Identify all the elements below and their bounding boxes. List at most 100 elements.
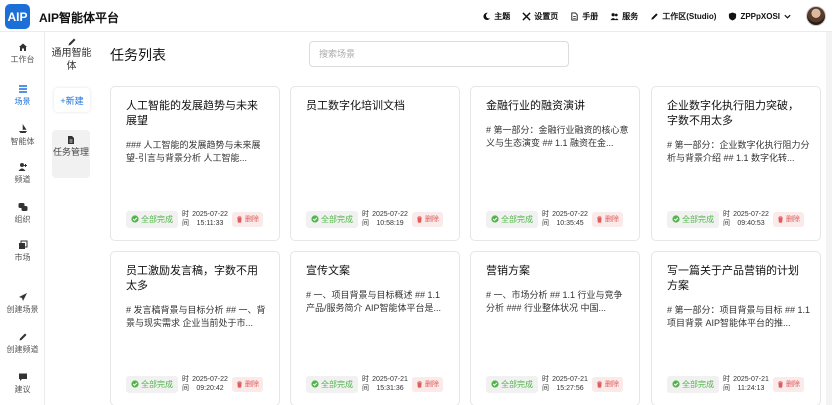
- nav-user-menu[interactable]: ZPPpXOSI: [728, 12, 792, 21]
- task-title[interactable]: 金融行业的融资演讲: [486, 99, 626, 114]
- pen-icon: [68, 38, 75, 46]
- delete-button[interactable]: 删除: [773, 376, 804, 392]
- time-label: 时间: [542, 211, 549, 227]
- check-circle-icon: [311, 380, 319, 388]
- nav-studio[interactable]: 工作区(Studio): [650, 11, 716, 22]
- new-task-button[interactable]: +新建: [54, 88, 90, 112]
- top-header: AIP AIP智能体平台 主题 设置页 手册 服务 工作区(Studio) ZP…: [0, 0, 832, 32]
- trash-icon: [237, 215, 242, 223]
- status-text: 全部完成: [682, 214, 714, 224]
- status-badge: 全部完成: [667, 210, 719, 228]
- status-text: 全部完成: [501, 379, 533, 389]
- status-text: 全部完成: [141, 214, 173, 224]
- task-title[interactable]: 员工数字化培训文档: [306, 99, 446, 114]
- task-management-tab[interactable]: 任务管理: [52, 130, 90, 178]
- pen-icon: [19, 333, 26, 341]
- sidebar-item-market[interactable]: 市场: [0, 240, 45, 263]
- status-badge: 全部完成: [306, 375, 358, 393]
- page-title: 任务列表: [110, 47, 166, 63]
- page-scrollbar[interactable]: [826, 32, 832, 405]
- time-label: 时间: [362, 376, 369, 392]
- task-time: 2025-07-21 15:27:56: [552, 376, 588, 392]
- nav-manual[interactable]: 手册: [570, 11, 598, 22]
- sidebar-item-agent[interactable]: 智能体: [0, 124, 45, 147]
- status-badge: 全部完成: [486, 210, 538, 228]
- home-icon: [18, 43, 27, 51]
- time-label: 时间: [362, 211, 369, 227]
- pen-icon: [651, 12, 658, 20]
- document-icon: [68, 136, 74, 144]
- task-title[interactable]: 宣传文案: [306, 264, 446, 279]
- task-title[interactable]: 营销方案: [486, 264, 626, 279]
- sidebar-item-workbench[interactable]: 工作台: [0, 42, 45, 65]
- trash-icon: [597, 215, 602, 223]
- time-label: 时间: [182, 376, 189, 392]
- sidebar-item-create-channel[interactable]: 创建频道: [0, 332, 45, 355]
- task-time: 2025-07-22 15:11:33: [192, 211, 228, 227]
- delete-label: 删除: [245, 381, 259, 388]
- check-circle-icon: [131, 380, 139, 388]
- task-card[interactable]: 人工智能的发展趋势与未来展望 ### 人工智能的发展趋势与未来展望-引言与背景分…: [110, 86, 280, 241]
- nav-settings[interactable]: 设置页: [522, 11, 558, 22]
- user-icon: [18, 163, 27, 171]
- trash-icon: [417, 215, 422, 223]
- time-label: 时间: [182, 211, 189, 227]
- check-circle-icon: [672, 380, 680, 388]
- task-time: 2025-07-21 15:31:36: [372, 376, 408, 392]
- status-text: 全部完成: [682, 379, 714, 389]
- sidebar-item-channel[interactable]: 频道: [0, 162, 45, 185]
- nav-theme[interactable]: 主题: [482, 11, 510, 22]
- delete-button[interactable]: 删除: [773, 211, 804, 227]
- top-nav: 主题 设置页 手册 服务 工作区(Studio) ZPPpXOSI: [482, 0, 792, 32]
- sidebar-item-suggestion[interactable]: 建议: [0, 372, 45, 395]
- task-title[interactable]: 写一篇关于产品营销的计划方案: [667, 264, 807, 294]
- task-footer: 全部完成 时间 2025-07-21 15:31:36 删除: [306, 375, 443, 393]
- status-badge: 全部完成: [306, 210, 358, 228]
- sidebar-item-scene[interactable]: 场景: [0, 84, 45, 107]
- status-text: 全部完成: [501, 214, 533, 224]
- ship-icon: [18, 124, 27, 133]
- task-footer: 全部完成 时间 2025-07-21 11:24:13 删除: [667, 375, 804, 393]
- app-logo[interactable]: AIP: [5, 4, 30, 29]
- sidebar-item-org[interactable]: 组织: [0, 202, 45, 225]
- time-label: 时间: [723, 211, 730, 227]
- task-card[interactable]: 员工数字化培训文档 全部完成 时间 2025-07-22 10:58:19 删除: [290, 86, 460, 241]
- trash-icon: [778, 215, 783, 223]
- delete-button[interactable]: 删除: [412, 211, 443, 227]
- delete-label: 删除: [425, 381, 439, 388]
- status-text: 全部完成: [321, 379, 353, 389]
- task-title[interactable]: 人工智能的发展趋势与未来展望: [126, 99, 266, 129]
- delete-button[interactable]: 删除: [232, 211, 263, 227]
- trash-icon: [417, 380, 422, 388]
- time-label: 时间: [723, 376, 730, 392]
- status-badge: 全部完成: [486, 375, 538, 393]
- delete-button[interactable]: 删除: [592, 211, 623, 227]
- status-text: 全部完成: [321, 214, 353, 224]
- task-card[interactable]: 营销方案 # 一、市场分析 ## 1.1 行业与竞争分析 ### 行业整体状况 …: [470, 251, 640, 405]
- task-card[interactable]: 金融行业的融资演讲 # 第一部分：金融行业融资的核心意义与生态演变 ## 1.1…: [470, 86, 640, 241]
- file-icon: [571, 11, 578, 21]
- task-title[interactable]: 企业数字化执行阻力突破，字数不用太多: [667, 99, 807, 129]
- group-icon: [18, 203, 27, 211]
- sidebar-item-create-scene[interactable]: 创建场景: [0, 292, 45, 315]
- store-icon: [18, 240, 27, 249]
- delete-button[interactable]: 删除: [592, 376, 623, 392]
- comment-icon: [18, 373, 27, 381]
- task-card[interactable]: 员工激励发言稿，字数不用太多 # 发言稿背景与目标分析 ## 一、背景与现实需求…: [110, 251, 280, 405]
- nav-service[interactable]: 服务: [610, 11, 638, 22]
- task-footer: 全部完成 时间 2025-07-22 09:20:42 删除: [126, 375, 263, 393]
- task-card[interactable]: 企业数字化执行阻力突破，字数不用太多 # 第一部分：企业数字化执行阻力分析与背景…: [651, 86, 821, 241]
- delete-button[interactable]: 删除: [412, 376, 443, 392]
- task-description: # 一、市场分析 ## 1.1 行业与竞争分析 ### 行业整体状况 中国...: [486, 290, 623, 313]
- task-card[interactable]: 宣传文案 # 一、项目背景与目标概述 ## 1.1 产品/服务简介 AIP智能体…: [290, 251, 460, 405]
- trash-icon: [597, 380, 602, 388]
- task-card[interactable]: 写一篇关于产品营销的计划方案 # 第一部分：项目背景与目标 ## 1.1 项目背…: [651, 251, 821, 405]
- search-input[interactable]: [309, 41, 569, 67]
- task-title[interactable]: 员工激励发言稿，字数不用太多: [126, 264, 266, 294]
- delete-label: 删除: [605, 216, 619, 223]
- users-icon: [610, 12, 619, 20]
- delete-button[interactable]: 删除: [232, 376, 263, 392]
- send-icon: [18, 293, 27, 301]
- avatar[interactable]: [806, 6, 826, 26]
- check-circle-icon: [491, 215, 499, 223]
